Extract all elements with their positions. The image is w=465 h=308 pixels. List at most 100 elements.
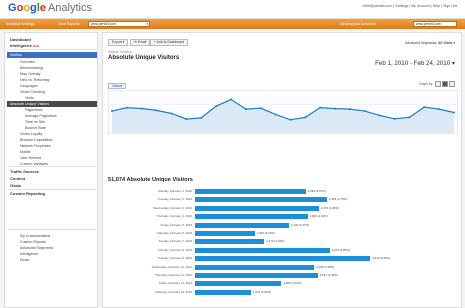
divider	[8, 189, 96, 190]
bar-value-label: 1,583 (3.10%)	[283, 281, 302, 286]
bar[interactable]	[195, 189, 306, 194]
bar[interactable]	[195, 239, 265, 245]
line-chart-point[interactable]	[423, 106, 426, 109]
bar-value-label: 3,213 (6.29%)	[372, 256, 391, 261]
my-analytics-accounts-label: My Analytics Accounts:	[340, 22, 377, 26]
bar-row-label: Tuesday, February 2, 2010	[157, 197, 192, 202]
bar-value-label: 2,418 (4.73%)	[328, 197, 348, 202]
bar-row-label: Monday, February 1, 2010	[158, 189, 192, 193]
bar-row-label: Friday, February 12, 2010	[158, 281, 192, 286]
bar-row-label: Saturday, February 13, 2010	[155, 289, 192, 294]
sidebar-item-label: My Customizations	[20, 234, 51, 238]
sidebar-item-label: Email	[20, 258, 29, 262]
line-chart-point[interactable]	[393, 117, 396, 120]
advanced-segments[interactable]: Advanced Segments: All Visits ▾	[405, 41, 455, 45]
google-analytics-logo[interactable]: Google Analytics	[8, 2, 92, 14]
bar-row-label: Sunday, February 7, 2010	[158, 239, 192, 244]
analytics-account-select[interactable]: www.pertoid.com	[413, 21, 457, 27]
sidebar-item-label: Custom Reporting	[10, 191, 45, 196]
sidebar-item-label: Visitors	[10, 53, 22, 57]
line-chart-point[interactable]	[170, 112, 173, 115]
line-chart-point[interactable]	[140, 107, 143, 110]
graph-by-control: Graph by:	[419, 81, 455, 87]
sidebar-item-label: Mobile	[20, 150, 31, 154]
export-label: Export	[112, 40, 122, 44]
export-button[interactable]: Export ▾	[108, 39, 129, 46]
bar[interactable]	[195, 256, 371, 262]
chevron-down-icon: ▾	[451, 60, 455, 67]
email-button[interactable]: ✉ Email	[130, 39, 151, 46]
bar[interactable]	[195, 264, 315, 270]
line-chart-point[interactable]	[155, 109, 158, 112]
top-header: Google Analytics mike@pertoid.com | Setti…	[0, 0, 465, 19]
add-dashboard-label: Add to Dashboard	[156, 40, 185, 44]
graph-by-label: Graph by:	[419, 81, 434, 86]
line-chart-point[interactable]	[111, 110, 113, 113]
user-links[interactable]: mike@pertoid.com | Settings | My Account…	[362, 4, 457, 8]
bar[interactable]	[195, 273, 318, 278]
line-chart-point[interactable]	[408, 116, 411, 119]
sidebar-item-content[interactable]: Content	[7, 176, 97, 182]
sidebar-item-label: Custom Reports	[20, 240, 46, 244]
sidebar-item-label: Time on Site	[25, 120, 46, 124]
bar-value-label: 1,024 (2.00%)	[252, 289, 272, 294]
bar-value-label: 2,470 (4.84%)	[331, 247, 350, 252]
graph-by-week-button[interactable]	[442, 81, 448, 87]
bar-value-label: 1,720 (3.37%)	[290, 222, 309, 227]
line-chart-point[interactable]	[438, 108, 441, 111]
line-chart-point[interactable]	[348, 108, 351, 111]
sidebar-item-traffic-sources[interactable]: Traffic Sources	[7, 169, 97, 175]
line-chart-point[interactable]	[363, 110, 366, 113]
bar[interactable]	[195, 289, 251, 295]
bar-row-label: Thursday, February 11, 2010	[155, 273, 192, 277]
sidebar-item-label: Benchmarking	[20, 66, 43, 70]
bar[interactable]	[195, 205, 319, 211]
graph-by-month-button[interactable]	[449, 81, 455, 87]
bar[interactable]	[195, 231, 255, 236]
analytics-settings-link[interactable]: Analytics Settings	[6, 22, 34, 26]
line-chart-point[interactable]	[378, 114, 381, 117]
line-chart-point[interactable]	[274, 113, 277, 116]
line-chart-point[interactable]	[259, 107, 262, 110]
sidebar-item-label: Visitor Trending	[20, 90, 45, 94]
logo-letter: g	[30, 2, 37, 14]
line-chart-point[interactable]	[185, 118, 188, 121]
graph-by-day-button[interactable]	[435, 81, 441, 87]
sidebar-item-label: Visitor Loyalty	[20, 132, 43, 136]
page-title: Absolute Unique Visitors	[108, 55, 180, 61]
bar-row-label: Tuesday, February 9, 2010	[157, 256, 192, 261]
line-chart-point[interactable]	[304, 116, 307, 119]
tab-visitors[interactable]: Visitors	[108, 83, 127, 89]
line-chart-point[interactable]	[200, 116, 203, 119]
bar[interactable]	[195, 222, 289, 228]
chevron-down-icon: ▾	[146, 22, 148, 26]
sidebar-item-email[interactable]: Email	[7, 257, 97, 263]
line-chart-point[interactable]	[319, 106, 322, 109]
line-chart-point[interactable]	[229, 98, 232, 101]
summary-total: 51,074 Absolute Unique Visitors	[108, 177, 193, 183]
account-select[interactable]: www.pertoid.com ▾	[88, 21, 150, 27]
bar-row-label: Saturday, February 6, 2010	[157, 231, 192, 235]
sidebar-item-label: User Defined	[20, 156, 41, 160]
line-chart-point[interactable]	[453, 111, 455, 114]
logo-letter: G	[8, 2, 17, 14]
breadcrumb[interactable]: Visitors Trending	[108, 50, 132, 54]
bar[interactable]	[195, 214, 308, 220]
line-chart-point[interactable]	[215, 105, 218, 108]
bar[interactable]	[195, 197, 327, 203]
add-to-dashboard-button[interactable]: + Add to Dashboard	[150, 39, 189, 46]
sidebar-item-custom-reporting[interactable]: Custom Reporting	[7, 191, 97, 197]
bar[interactable]	[195, 247, 330, 253]
sidebar-item-label: Intelligence	[10, 43, 33, 48]
bar-row-label: Friday, February 5, 2010	[160, 222, 192, 227]
line-chart-point[interactable]	[334, 107, 337, 110]
sidebar-item-label: Overview	[20, 60, 35, 64]
sidebar-item-visitors[interactable]: Visitors	[7, 52, 97, 58]
line-chart-point[interactable]	[244, 108, 247, 111]
date-range-picker[interactable]: Feb 1, 2010 - Feb 24, 2010 ▾	[375, 60, 455, 67]
line-chart-point[interactable]	[289, 118, 292, 121]
line-chart-point[interactable]	[125, 106, 128, 109]
view-reports-label: View Reports:	[58, 22, 81, 26]
bar[interactable]	[195, 281, 282, 287]
sidebar-item-label: Network Properties	[20, 144, 51, 148]
